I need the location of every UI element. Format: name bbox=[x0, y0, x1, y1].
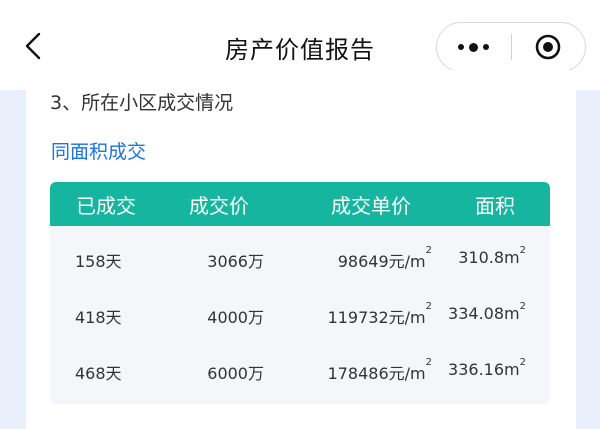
row-price: 3066万 bbox=[207, 252, 264, 271]
table-row: 468天 6000万 178486元/m2 336.16m2 bbox=[50, 342, 550, 398]
row-unit-price: 178486元/m2 bbox=[327, 357, 432, 383]
section-title: 3、所在小区成交情况 bbox=[50, 92, 234, 114]
target-close-icon bbox=[535, 34, 561, 60]
more-menu-button[interactable] bbox=[437, 23, 511, 71]
row-unit-price: 98649元/m2 bbox=[337, 245, 432, 271]
row-price: 6000万 bbox=[207, 364, 264, 383]
row-days: 158天 bbox=[75, 252, 122, 271]
row-price: 4000万 bbox=[207, 308, 264, 327]
more-dots-icon bbox=[458, 42, 490, 52]
header-sold: 已成交 bbox=[76, 194, 136, 218]
row-area: 336.16m2 bbox=[448, 357, 526, 379]
header-unit-price: 成交单价 bbox=[331, 194, 411, 218]
table-row: 158天 3066万 98649元/m2 310.8m2 bbox=[50, 230, 550, 286]
table-header: 已成交 成交价 成交单价 面积 bbox=[50, 182, 550, 226]
row-days: 468天 bbox=[75, 364, 122, 383]
header-area: 面积 bbox=[475, 194, 515, 218]
close-button[interactable] bbox=[512, 23, 586, 71]
mini-program-capsule bbox=[436, 22, 586, 72]
row-area: 334.08m2 bbox=[448, 301, 526, 323]
same-area-deals-link[interactable]: 同面积成交 bbox=[51, 137, 146, 164]
row-area: 310.8m2 bbox=[458, 245, 526, 267]
table-row: 418天 4000万 119732元/m2 334.08m2 bbox=[50, 286, 550, 342]
header-price: 成交价 bbox=[189, 194, 249, 218]
deals-table: 已成交 成交价 成交单价 面积 158天 3066万 98649元/m2 310… bbox=[50, 182, 550, 404]
row-unit-price: 119732元/m2 bbox=[327, 301, 432, 327]
row-days: 418天 bbox=[75, 308, 122, 327]
